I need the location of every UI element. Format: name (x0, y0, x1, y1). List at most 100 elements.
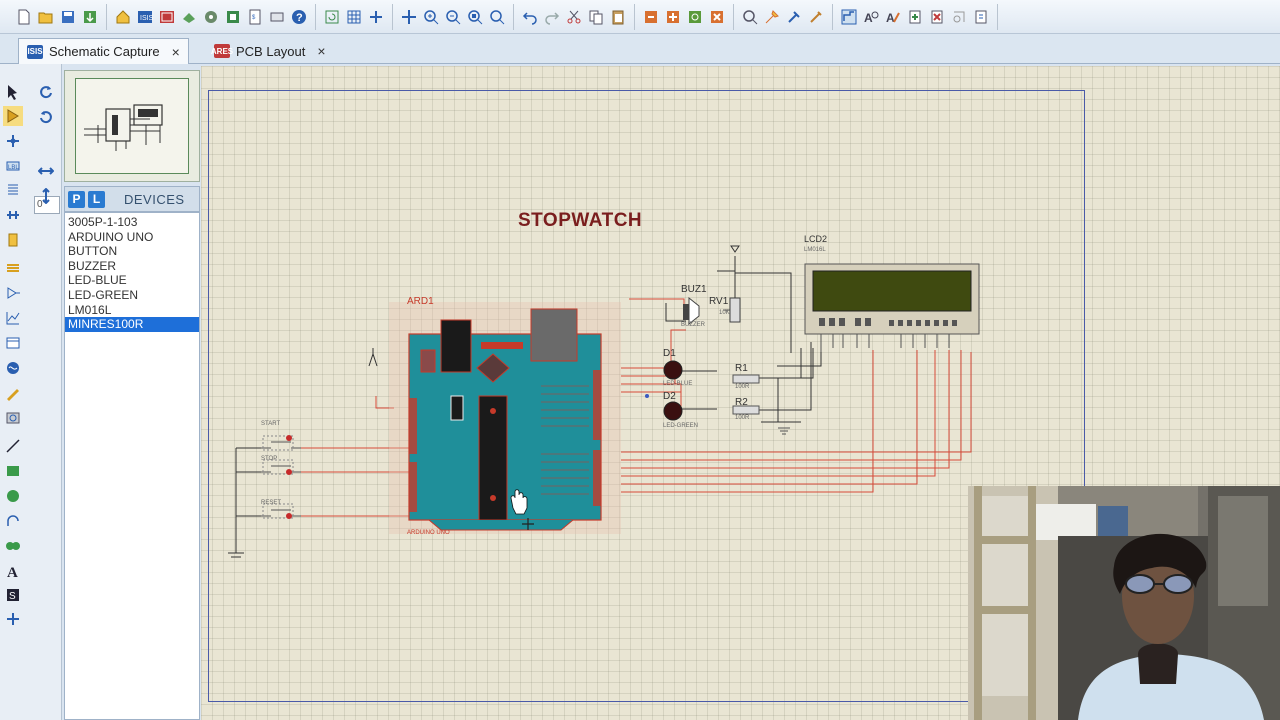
save-icon[interactable] (58, 7, 78, 27)
home-icon[interactable] (113, 7, 133, 27)
zoom-in-icon[interactable] (421, 7, 441, 27)
junction-dot-icon[interactable] (3, 131, 23, 151)
design-explorer-icon[interactable] (223, 7, 243, 27)
graph-mode-icon[interactable] (3, 308, 23, 328)
probe-mode-icon[interactable] (3, 383, 23, 403)
buzzer-component[interactable] (683, 296, 700, 326)
cut-icon[interactable] (564, 7, 584, 27)
list-item[interactable]: LED-BLUE (65, 273, 199, 288)
tab-bar: ISIS Schematic Capture × ARES PCB Layout… (0, 34, 1280, 64)
list-item[interactable]: LED-GREEN (65, 288, 199, 303)
close-tab-icon[interactable]: × (172, 44, 180, 60)
gerber-icon[interactable] (201, 7, 221, 27)
webcam-overlay (968, 486, 1280, 720)
text-tool-icon[interactable]: A (3, 561, 23, 581)
subcircuit-icon[interactable] (3, 230, 23, 250)
rotate-anticlockwise-icon[interactable] (36, 107, 56, 127)
zoom-toolbar-group (393, 3, 514, 30)
property-assign-icon[interactable]: A (883, 7, 903, 27)
zoom-all-icon[interactable] (465, 7, 485, 27)
pcb-icon[interactable] (157, 7, 177, 27)
arduino-uno-component[interactable] (389, 302, 621, 534)
wire-autorouter-icon[interactable] (839, 7, 859, 27)
notes-icon[interactable] (267, 7, 287, 27)
netlist-icon[interactable] (971, 7, 991, 27)
pick-device-icon[interactable] (740, 7, 760, 27)
arc-tool-icon[interactable] (3, 511, 23, 531)
zoom-out-icon[interactable] (443, 7, 463, 27)
pan-icon[interactable] (399, 7, 419, 27)
make-device-icon[interactable] (762, 7, 782, 27)
led-green-component[interactable] (663, 401, 683, 421)
buses-icon[interactable] (3, 205, 23, 225)
exit-to-parent-icon[interactable] (949, 7, 969, 27)
origin-icon[interactable] (366, 7, 386, 27)
schematic-icon[interactable]: ISIS (135, 7, 155, 27)
r1-value-label: 100R (735, 384, 750, 390)
import-icon[interactable] (80, 7, 100, 27)
block-rotate-icon[interactable] (685, 7, 705, 27)
list-item-selected[interactable]: MINRES100R (65, 317, 199, 332)
instruments-icon[interactable] (3, 408, 23, 428)
wire-label-icon[interactable]: LBL (3, 156, 23, 176)
library-manager-button[interactable]: L (88, 190, 105, 208)
line-tool-icon[interactable] (3, 436, 23, 456)
paste-icon[interactable] (608, 7, 628, 27)
new-file-icon[interactable] (14, 7, 34, 27)
redo-icon[interactable] (542, 7, 562, 27)
list-item[interactable]: ARDUINO UNO (65, 230, 199, 245)
3d-view-icon[interactable] (179, 7, 199, 27)
tab-pcb-layout[interactable]: ARES PCB Layout × (206, 38, 334, 64)
overview-window[interactable] (64, 70, 200, 182)
block-delete-icon[interactable] (707, 7, 727, 27)
help-icon[interactable]: ? (289, 7, 309, 27)
tab-label: PCB Layout (236, 43, 306, 59)
open-folder-icon[interactable] (36, 7, 56, 27)
box-tool-icon[interactable] (3, 461, 23, 481)
list-item[interactable]: LM016L (65, 303, 199, 318)
mirror-vertical-icon[interactable] (36, 186, 56, 206)
new-sheet-icon[interactable] (905, 7, 925, 27)
ground-symbols (778, 427, 790, 435)
r2-ref-label: R2 (735, 397, 748, 408)
decompose-icon[interactable] (806, 7, 826, 27)
device-pins-icon[interactable] (3, 283, 23, 303)
block-move-icon[interactable] (663, 7, 683, 27)
lcd-component[interactable] (804, 263, 980, 352)
refresh-icon[interactable] (322, 7, 342, 27)
path-tool-icon[interactable] (3, 536, 23, 556)
rotate-clockwise-icon[interactable] (36, 82, 56, 102)
devices-title: DEVICES (124, 191, 185, 207)
copy-icon[interactable] (586, 7, 606, 27)
selection-mode-icon[interactable] (3, 82, 23, 102)
text-script-icon[interactable] (3, 180, 23, 200)
remove-sheet-icon[interactable] (927, 7, 947, 27)
generator-mode-icon[interactable] (3, 358, 23, 378)
close-tab-icon[interactable]: × (317, 43, 325, 59)
packaging-tool-icon[interactable] (784, 7, 804, 27)
list-item[interactable]: BUTTON (65, 244, 199, 259)
block-copy-icon[interactable] (641, 7, 661, 27)
mirror-horizontal-icon[interactable] (36, 161, 56, 181)
led-blue-component[interactable] (663, 360, 683, 380)
undo-icon[interactable] (520, 7, 540, 27)
circle-tool-icon[interactable] (3, 486, 23, 506)
list-item[interactable]: 3005P-1-103 (65, 215, 199, 230)
led2-ref-label: D2 (663, 391, 676, 402)
marker-tool-icon[interactable] (3, 609, 23, 629)
bom-icon[interactable]: $ (245, 7, 265, 27)
symbol-tool-icon[interactable]: S (3, 585, 23, 605)
tape-recorder-icon[interactable] (3, 333, 23, 353)
list-item[interactable]: BUZZER (65, 259, 199, 274)
pick-devices-button[interactable]: P (68, 190, 85, 208)
grid-icon[interactable] (344, 7, 364, 27)
button-components[interactable] (261, 435, 301, 519)
start-button-label: START (261, 421, 281, 427)
svg-text:LBL: LBL (8, 165, 19, 171)
search-tag-icon[interactable]: A (861, 7, 881, 27)
tab-schematic-capture[interactable]: ISIS Schematic Capture × (18, 38, 189, 64)
terminals-icon[interactable] (3, 258, 23, 278)
zoom-area-icon[interactable] (487, 7, 507, 27)
resistor-r1-component[interactable] (732, 374, 760, 384)
component-mode-icon[interactable] (3, 106, 23, 126)
